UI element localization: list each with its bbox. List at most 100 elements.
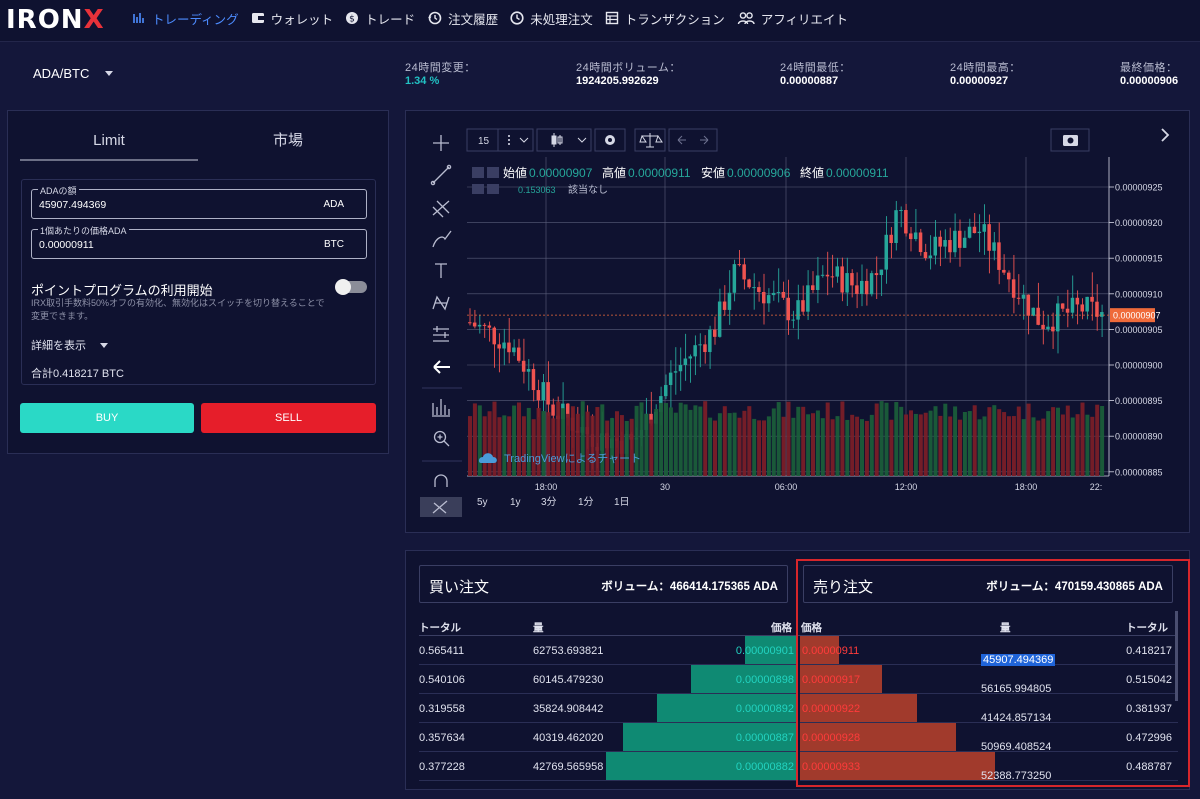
volume-bar <box>737 417 742 476</box>
back-arrow-icon[interactable] <box>433 360 450 374</box>
volume-bar <box>879 401 884 476</box>
candle-body <box>1021 294 1026 299</box>
range-1y[interactable]: 1y <box>510 497 521 508</box>
volume-bar <box>566 413 570 476</box>
bid-row[interactable]: 0.377228 42769.565958 0.00000882 <box>419 752 796 781</box>
tab-market[interactable]: 市場 <box>198 127 378 161</box>
nav-wallet[interactable]: ウォレット <box>251 9 333 28</box>
amount-field-value[interactable]: 45907.494369 <box>39 199 106 211</box>
range-1d[interactable]: 1日 <box>614 497 630 508</box>
candle-body <box>899 210 903 212</box>
candle-body <box>1036 307 1040 325</box>
pair-selector[interactable]: ADA/BTC <box>33 66 114 81</box>
candle-body <box>708 329 712 353</box>
ohlc-legend: 始値 0.00000907 高値 0.00000911 安値 0.0000090… <box>472 165 889 196</box>
volume-bar <box>1036 420 1041 476</box>
measure-tool-icon[interactable] <box>433 326 449 342</box>
ask-row[interactable]: 0.00000922 41424.857134 0.381937 <box>800 694 1178 724</box>
hide-drawings-button[interactable] <box>420 497 462 517</box>
x-tick-label: 06:00 <box>775 482 798 492</box>
drawing-toolbar <box>420 135 462 517</box>
sell-button[interactable]: SELL <box>201 403 376 433</box>
trend-line-tool-icon[interactable] <box>430 164 452 186</box>
range-5y[interactable]: 5y <box>477 497 488 508</box>
nav-transactions[interactable]: トランザクション <box>605 9 725 28</box>
show-details-toggle[interactable]: 詳細を表示 <box>31 337 108 353</box>
indicator-tool-icon[interactable] <box>432 399 450 417</box>
brush-tool-icon[interactable] <box>432 230 452 248</box>
undo-redo-group[interactable] <box>668 128 718 152</box>
buy-button[interactable]: BUY <box>20 403 194 433</box>
candle-body <box>806 285 810 312</box>
volume-bar <box>561 408 566 476</box>
volume-bar <box>977 419 982 476</box>
bid-row[interactable]: 0.319558 35824.908442 0.00000892 <box>419 694 796 723</box>
candle-body <box>1085 296 1089 312</box>
volume-bar <box>654 408 659 476</box>
candle-body <box>830 276 835 278</box>
range-1m[interactable]: 1分 <box>578 496 594 508</box>
pattern-tool-icon[interactable] <box>432 295 450 311</box>
volume-bar <box>933 406 938 476</box>
nav-open-orders[interactable]: 未処理注文 <box>510 9 593 28</box>
volume-bar <box>693 405 698 476</box>
magnet-icon[interactable] <box>434 474 448 487</box>
volume-bar <box>766 416 771 476</box>
candle-body <box>683 358 688 365</box>
volume-bar <box>683 404 688 476</box>
y-tick-label: 0.00000915 <box>1115 254 1163 264</box>
stat-24h-change: 24時間変更： 1.34 % <box>405 62 476 88</box>
volume-bar <box>762 420 766 476</box>
legend-settings-icon[interactable] <box>487 167 499 178</box>
candle-body <box>1090 296 1094 302</box>
ask-row[interactable]: 0.00000933 52388.773250 0.488787 <box>800 752 1178 782</box>
toggle-knob <box>335 279 351 295</box>
candlestick-chart[interactable]: 15 0.000009250.000009200.000009150.00000… <box>406 111 1191 534</box>
low-value: 0.00000906 <box>727 166 791 180</box>
bid-row[interactable]: 0.357634 40319.462020 0.00000887 <box>419 723 796 752</box>
text-tool-icon[interactable] <box>435 263 447 278</box>
candle-body <box>845 273 849 293</box>
bid-row[interactable]: 0.540106 60145.479230 0.00000898 <box>419 665 796 694</box>
tab-limit[interactable]: Limit <box>20 127 198 161</box>
ask-row[interactable]: 0.00000917 56165.994805 0.515042 <box>800 665 1178 695</box>
interval-selector[interactable] <box>466 128 534 152</box>
scrollbar[interactable] <box>1175 611 1178 701</box>
top-nav: IRONX トレーディング ウォレット $ トレード 注文履歴 未処理注文 トラ… <box>0 0 1200 42</box>
volume-bar <box>492 401 497 476</box>
point-program-toggle[interactable] <box>335 279 367 295</box>
x-tick-label: 12:00 <box>895 482 918 492</box>
amount-field[interactable]: ADAの額 45907.494369 ADA <box>31 184 367 219</box>
chart-type-selector[interactable] <box>536 128 592 152</box>
ask-row[interactable]: 0.00000911 45907.494369 0.418217 <box>800 636 1178 666</box>
order-total: 合計0.418217 BTC <box>31 368 124 380</box>
nav-trading[interactable]: トレーディング <box>132 9 239 28</box>
asks-col-total: トータル <box>1126 622 1168 634</box>
candle-body <box>668 372 673 386</box>
nav-trade[interactable]: $ トレード <box>345 9 415 28</box>
candle-body <box>713 329 717 337</box>
nav-history[interactable]: 注文履歴 <box>427 9 498 28</box>
ask-row[interactable]: 0.00000928 50969.408524 0.472996 <box>800 723 1178 753</box>
chevron-right-icon[interactable] <box>1161 128 1170 142</box>
fib-tool-icon[interactable] <box>432 200 450 218</box>
zoom-in-icon[interactable] <box>433 430 450 447</box>
legend-toggle-icon[interactable] <box>472 167 484 178</box>
range-3m[interactable]: 3分 <box>541 496 557 508</box>
ironx-logo[interactable]: IRONX <box>6 5 105 35</box>
plot-area: 0.00000925 0.00000920 0.00000915 0.00000910… <box>467 157 1163 492</box>
nav-affiliate[interactable]: アフィリエイト <box>737 9 848 28</box>
candle-body <box>987 224 991 251</box>
price-field[interactable]: 1個あたりの価格ADA 0.00000911 BTC <box>31 224 367 259</box>
candle-body <box>953 230 957 253</box>
volume-bar <box>958 419 962 476</box>
volume-bar <box>1041 418 1046 476</box>
crosshair-tool-icon[interactable] <box>433 135 449 151</box>
volume-bar <box>497 417 502 476</box>
volume-bar <box>962 411 967 476</box>
price-field-value[interactable]: 0.00000911 <box>39 239 94 251</box>
volume-bar <box>713 420 717 476</box>
candle-body <box>521 360 526 372</box>
bid-row[interactable]: 0.565411 62753.693821 0.00000901 <box>419 636 796 665</box>
candle-body <box>507 342 511 353</box>
